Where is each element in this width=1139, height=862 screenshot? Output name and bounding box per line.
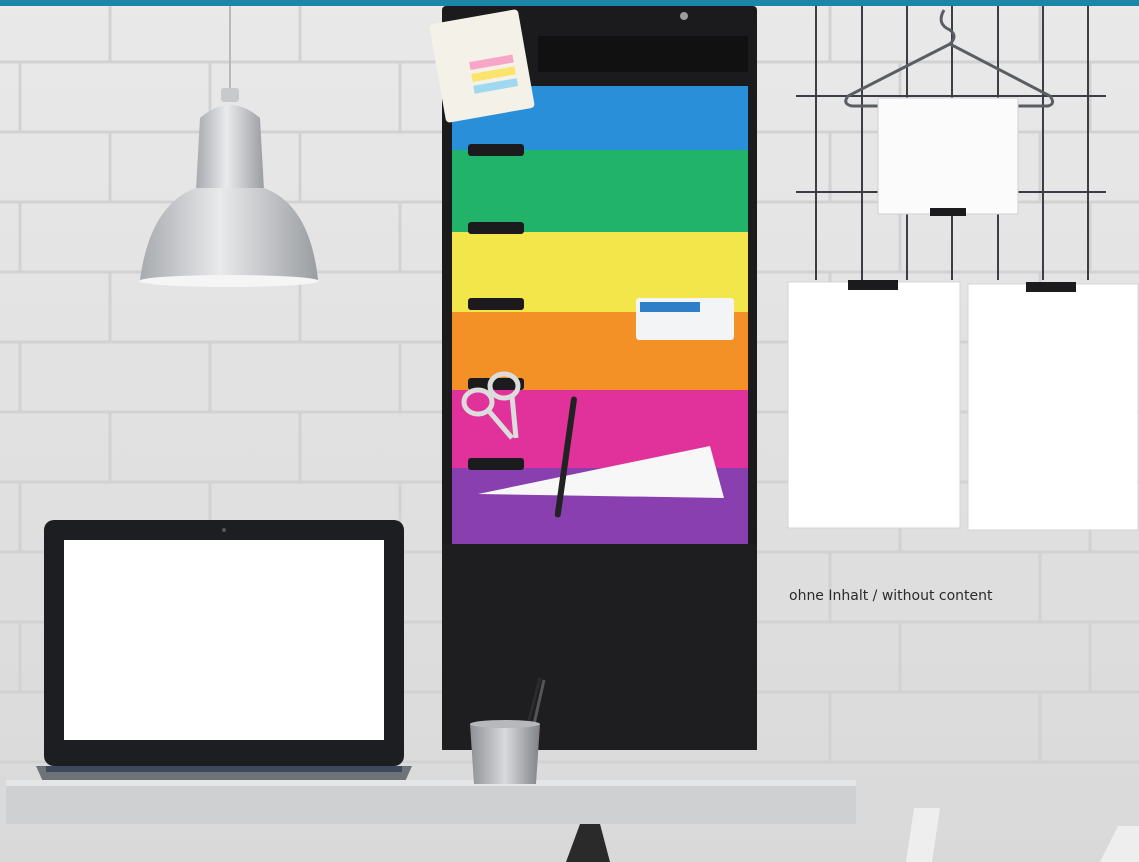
caption-text: ohne Inhalt / without content bbox=[789, 588, 993, 604]
laptop-icon bbox=[36, 520, 412, 784]
top-accent-bar bbox=[0, 0, 1139, 6]
wall-organizer-icon bbox=[429, 6, 757, 750]
scene-illustration bbox=[0, 0, 1139, 862]
product-photo: ohne Inhalt / without content bbox=[0, 0, 1139, 862]
